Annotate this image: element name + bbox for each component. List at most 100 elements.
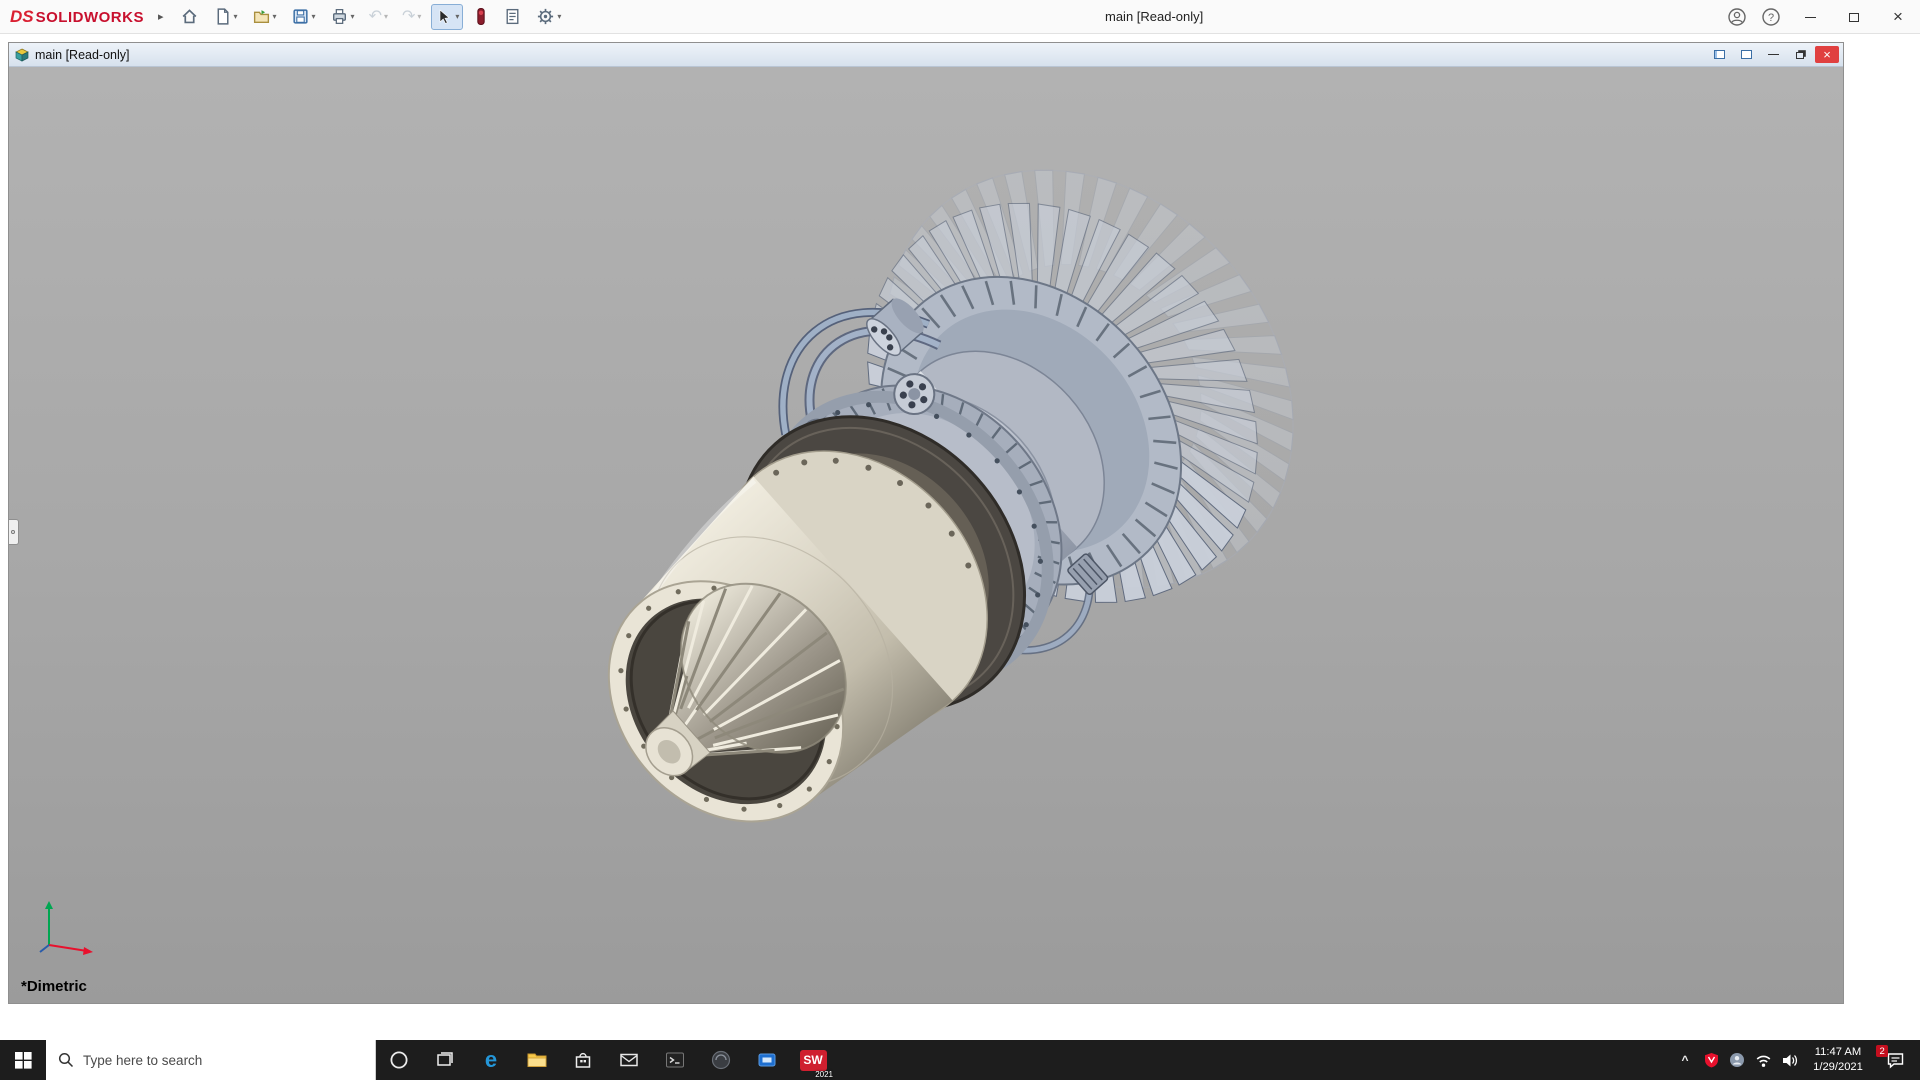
account-icon (1727, 7, 1747, 27)
tray-show-hidden-icons-button[interactable]: ^ (1672, 1040, 1698, 1080)
cortana-button[interactable] (376, 1040, 422, 1080)
circle-app-icon (1729, 1052, 1745, 1068)
tray-icon-volume[interactable] (1776, 1040, 1802, 1080)
task-view-button[interactable] (422, 1040, 468, 1080)
clock-time: 11:47 AM (1802, 1045, 1874, 1060)
app-icon-dark[interactable] (698, 1040, 744, 1080)
doc-dock-left-button[interactable] (1707, 46, 1731, 63)
app-titlebar: DS SOLIDWORKS ▸ ▾ ▾ ▾ ▾ ↶ ▾ ↷ ▾ (0, 0, 1920, 34)
tray-icon-app-circle[interactable] (1724, 1040, 1750, 1080)
windows-taskbar: e SW 2021 ^ 11:47 AM 1/29/2 (0, 1040, 1920, 1080)
app-window-controls: ? × (1720, 0, 1920, 34)
solidworks-app-year: 2021 (815, 1070, 833, 1079)
app-icon-mail[interactable] (606, 1040, 652, 1080)
featuremanager-collapsed-tab[interactable] (9, 519, 19, 545)
rebuild-icon (473, 7, 489, 26)
file-properties-button[interactable] (499, 4, 526, 30)
terminal-icon (664, 1049, 686, 1071)
save-dropdown-caret[interactable]: ▾ (312, 12, 316, 21)
app-icon-edge[interactable]: e (468, 1040, 514, 1080)
select-tool-button[interactable]: ▾ (431, 4, 463, 30)
new-document-dropdown-caret[interactable]: ▾ (234, 12, 238, 21)
save-icon (291, 7, 310, 26)
app-maximize-button[interactable] (1832, 0, 1876, 34)
help-button[interactable]: ? (1754, 0, 1788, 34)
screen: { "app": { "brand": { "mark": "DS", "nam… (0, 0, 1920, 1080)
doc-close-button[interactable]: × (1815, 46, 1839, 63)
doc-restore-button[interactable] (1788, 46, 1812, 63)
rebuild-button[interactable] (469, 4, 493, 30)
dock-right-icon (1741, 50, 1752, 59)
select-dropdown-caret[interactable]: ▾ (455, 12, 459, 21)
clock-date: 1/29/2021 (1802, 1060, 1874, 1075)
chevron-up-icon: ^ (1681, 1053, 1688, 1067)
new-document-icon (213, 7, 232, 26)
graphics-viewport[interactable]: *Dimetric (9, 67, 1843, 1003)
doc-minimize-button[interactable] (1761, 46, 1785, 63)
close-icon: × (1893, 7, 1903, 27)
shield-icon (1704, 1052, 1719, 1068)
solidworks-logo[interactable]: DS SOLIDWORKS (10, 7, 144, 27)
solidworks-logo-mark: DS (10, 7, 34, 27)
notification-badge: 2 (1876, 1045, 1888, 1057)
blue-app-icon (756, 1049, 778, 1071)
toolbar-expand-arrow[interactable]: ▸ (158, 10, 164, 23)
new-document-button[interactable]: ▾ (209, 4, 242, 30)
select-cursor-icon (435, 8, 453, 26)
minimize-icon (1768, 54, 1779, 55)
solidworks-app-icon: SW (800, 1050, 827, 1071)
app-window-title: main [Read-only] (1105, 0, 1203, 34)
open-dropdown-caret[interactable]: ▾ (273, 12, 277, 21)
edge-icon: e (485, 1049, 497, 1071)
taskbar-search[interactable] (46, 1040, 376, 1080)
dark-app-icon (710, 1049, 732, 1071)
redo-icon: ↷ (402, 9, 415, 25)
undo-icon: ↶ (369, 9, 382, 25)
tray-icon-network[interactable] (1750, 1040, 1776, 1080)
restore-icon (1796, 52, 1804, 59)
task-view-icon (435, 1050, 455, 1070)
undo-button[interactable]: ↶ ▾ (365, 4, 392, 30)
dock-left-icon (1714, 50, 1725, 59)
app-icon-file-explorer[interactable] (514, 1040, 560, 1080)
save-button[interactable]: ▾ (287, 4, 320, 30)
print-button[interactable]: ▾ (326, 4, 359, 30)
cortana-icon (389, 1050, 409, 1070)
document-window: main [Read-only] × (8, 42, 1844, 1004)
print-icon (330, 7, 349, 26)
app-icon-blue[interactable] (744, 1040, 790, 1080)
tray-icon-antivirus[interactable] (1698, 1040, 1724, 1080)
action-center-icon (1886, 1051, 1905, 1069)
app-icon-terminal[interactable] (652, 1040, 698, 1080)
app-minimize-button[interactable] (1788, 0, 1832, 34)
options-button[interactable]: ▾ (532, 4, 565, 30)
open-folder-icon (252, 7, 271, 26)
doc-dock-right-button[interactable] (1734, 46, 1758, 63)
undo-dropdown-caret[interactable]: ▾ (384, 12, 388, 21)
assembly-cube-icon (15, 48, 29, 62)
close-icon: × (1823, 47, 1831, 62)
orientation-triad (35, 897, 101, 957)
system-tray: ^ 11:47 AM 1/29/2021 2 (1672, 1040, 1920, 1080)
app-icon-solidworks-2021[interactable]: SW 2021 (790, 1040, 836, 1080)
app-close-button[interactable]: × (1876, 0, 1920, 34)
account-button[interactable] (1720, 0, 1754, 34)
start-button[interactable] (0, 1040, 46, 1080)
app-icon-store[interactable] (560, 1040, 606, 1080)
open-button[interactable]: ▾ (248, 4, 281, 30)
redo-dropdown-caret[interactable]: ▾ (417, 12, 421, 21)
document-titlebar[interactable]: main [Read-only] × (9, 43, 1843, 67)
options-dropdown-caret[interactable]: ▾ (557, 12, 561, 21)
jet-engine-assembly (496, 88, 1377, 941)
action-center-button[interactable]: 2 (1874, 1040, 1916, 1080)
print-dropdown-caret[interactable]: ▾ (351, 12, 355, 21)
home-button[interactable] (176, 4, 203, 30)
redo-button[interactable]: ↷ ▾ (398, 4, 425, 30)
store-bag-icon (572, 1049, 594, 1071)
document-window-controls: × (1707, 46, 1839, 63)
taskbar-clock[interactable]: 11:47 AM 1/29/2021 (1802, 1045, 1874, 1075)
maximize-icon (1849, 13, 1859, 22)
svg-text:?: ? (1768, 12, 1774, 24)
search-input[interactable] (83, 1053, 333, 1068)
3d-model-jet-engine[interactable] (9, 67, 1843, 1003)
